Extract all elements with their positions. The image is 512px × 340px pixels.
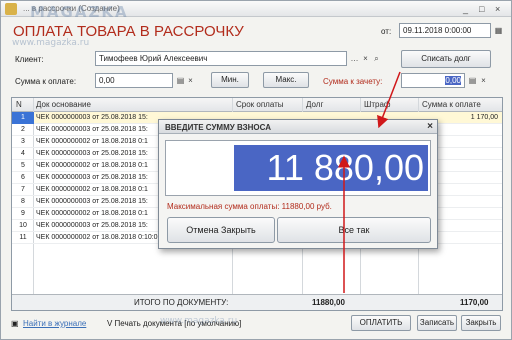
amount-input[interactable]: 11 880,00 [165, 140, 431, 196]
write-off-debt-button[interactable]: Списать долг [401, 50, 491, 68]
dialog-title: ВВЕДИТЕ СУММУ ВЗНОСА [159, 120, 437, 134]
column-header-fine[interactable]: Штраф [364, 100, 390, 109]
credit-amount-value: 0,00 [445, 76, 461, 85]
column-header-n[interactable]: N [16, 100, 22, 109]
table-cell-n: 11 [19, 234, 27, 241]
client-label: Клиент: [15, 55, 44, 64]
calendar-icon[interactable]: ▦ [493, 25, 504, 36]
table-header: N Док основание Срок оплаты Долг Штраф С… [12, 98, 502, 112]
pay-button[interactable]: ОПЛАТИТЬ [351, 315, 411, 331]
column-header-debt[interactable]: Долг [306, 100, 323, 109]
enter-amount-dialog: ВВЕДИТЕ СУММУ ВЗНОСА × 11 880,00 Максима… [158, 119, 438, 249]
clear-icon[interactable]: × [185, 75, 196, 86]
pay-total: 1170,00 [460, 298, 489, 307]
date-label: от: [381, 27, 392, 36]
table-cell-n: 8 [21, 198, 25, 205]
search-icon[interactable]: ⌕ [371, 53, 382, 64]
max-button[interactable]: Макс. [263, 72, 309, 88]
min-button[interactable]: Мин. [211, 72, 249, 88]
close-window-button[interactable]: × [495, 4, 500, 14]
amount-value: 11 880,00 [234, 145, 428, 191]
watermark-url-bottom: www.magazka.ru [160, 316, 238, 326]
find-in-journal-link[interactable]: Найти в журнале [23, 319, 86, 328]
total-label: ИТОГО ПО ДОКУМЕНТУ: [134, 298, 229, 307]
table-cell-n: 1 [12, 112, 34, 124]
minimize-button[interactable]: _ [463, 4, 468, 14]
calculator-icon[interactable]: ▤ [467, 75, 478, 86]
ellipsis-icon[interactable]: … [349, 53, 360, 64]
table-cell-n: 6 [21, 174, 25, 181]
table-cell-n: 3 [21, 138, 25, 145]
clear-icon[interactable]: × [360, 53, 371, 64]
table-cell-n: 9 [21, 210, 25, 217]
credit-amount-field[interactable]: 0,00 [401, 73, 465, 88]
clear-icon[interactable]: × [478, 75, 489, 86]
table-cell-n: 5 [21, 162, 25, 169]
cancel-button[interactable]: Отмена Закрыть [167, 217, 275, 243]
payment-amount-field[interactable]: 0,00 [95, 73, 173, 88]
watermark-url: www.magazka.ru [12, 38, 90, 48]
maximize-button[interactable]: □ [479, 4, 484, 14]
max-amount-text: Максимальная сумма оплаты: 11880,00 руб. [167, 202, 332, 211]
table-cell-n: 7 [21, 186, 25, 193]
app-logo-icon [5, 3, 17, 15]
dialog-close-icon[interactable]: × [427, 121, 433, 132]
table-cell-n: 2 [21, 126, 25, 133]
column-header-due-date[interactable]: Срок оплаты [236, 100, 284, 109]
ok-button[interactable]: Все так [277, 217, 431, 243]
table-cell-n: 4 [21, 150, 25, 157]
table-footer: ИТОГО ПО ДОКУМЕНТУ: 11880,00 1170,00 [12, 294, 502, 310]
client-field[interactable]: Тимофеев Юрий Алексеевич [95, 51, 347, 66]
column-header-pay-amount[interactable]: Сумма к оплате [422, 100, 481, 109]
table-cell-n: 10 [19, 222, 27, 229]
watermark-logo: MAGAZKA [30, 3, 129, 21]
debt-total: 11880,00 [312, 298, 345, 307]
credit-label: Сумма к зачету: [323, 77, 383, 86]
save-button[interactable]: Записать [417, 315, 457, 331]
close-button[interactable]: Закрыть [461, 315, 501, 331]
journal-icon: ▣ [11, 319, 19, 328]
column-header-doc[interactable]: Док основание [36, 100, 91, 109]
date-field[interactable]: 09.11.2018 0:00:00 [399, 23, 491, 38]
payment-label: Сумма к оплате: [15, 77, 77, 86]
